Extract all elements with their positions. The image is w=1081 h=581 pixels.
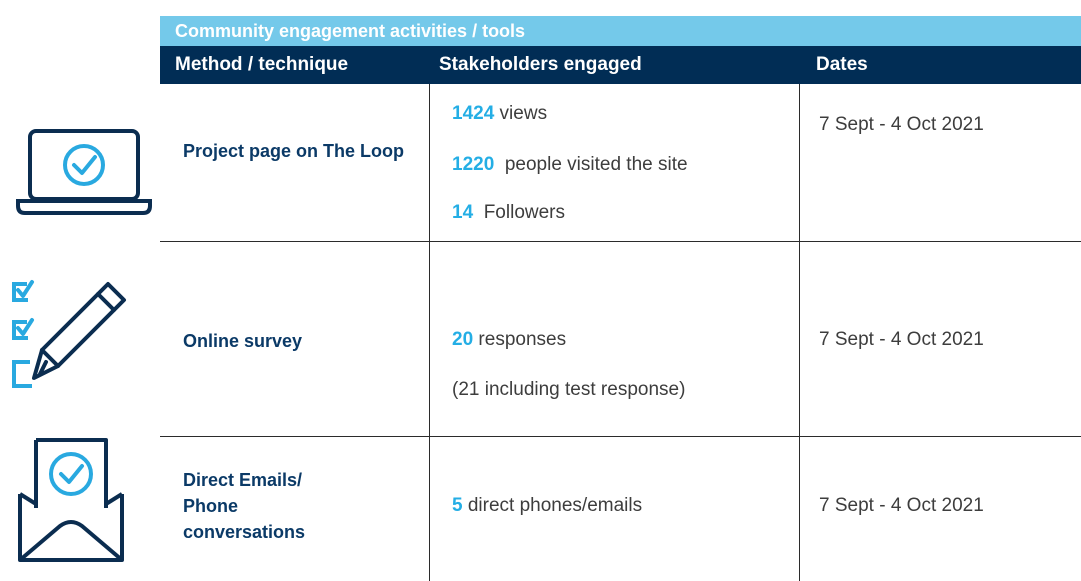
stat-text: views xyxy=(494,103,548,124)
stat-text: responses xyxy=(473,329,567,350)
header-dates: Dates xyxy=(816,54,868,75)
table-row: Online survey 20 responses (21 including… xyxy=(160,242,1081,437)
stat-line: 1424 views xyxy=(452,103,547,125)
header-method: Method / technique xyxy=(175,54,349,75)
stat-number: 1220 xyxy=(452,154,495,175)
stat-line: 5 direct phones/emails xyxy=(452,495,642,517)
stat-number: 5 xyxy=(452,495,463,516)
stat-text: direct phones/emails xyxy=(462,495,643,516)
stat-number: 1424 xyxy=(452,103,495,124)
stakeholders-cell: 5 direct phones/emails xyxy=(430,437,798,581)
stat-line: 20 responses xyxy=(452,329,566,351)
stat-number: 20 xyxy=(452,329,474,350)
stakeholders-cell: 1424 views 1220 people visited the site … xyxy=(430,84,798,241)
stat-text: (21 including test response) xyxy=(452,379,686,400)
engagement-table: Community engagement activities / tools … xyxy=(160,16,1081,581)
stat-text: Followers xyxy=(473,202,565,223)
date-cell: 7 Sept - 4 Oct 2021 xyxy=(819,495,984,516)
stat-line: 1220 people visited the site xyxy=(452,154,688,176)
date-cell: 7 Sept - 4 Oct 2021 xyxy=(819,329,984,350)
stat-line: (21 including test response) xyxy=(452,379,685,401)
checklist-pencil-icon xyxy=(12,280,126,388)
method-cell: Online survey xyxy=(183,331,303,351)
stat-line: 14 Followers xyxy=(452,202,565,224)
table-header: Method / technique Stakeholders engaged … xyxy=(160,46,1081,84)
method-cell: Project page on The Loop xyxy=(183,141,405,161)
header-stakeholders: Stakeholders engaged xyxy=(439,54,642,75)
table-row: Project page on The Loop 1424 views 1220… xyxy=(160,84,1081,242)
stat-text: people visited the site xyxy=(494,154,688,175)
stakeholders-cell: 20 responses (21 including test response… xyxy=(430,242,798,436)
method-cell: Direct Emails/ Phone conversations xyxy=(183,470,306,542)
envelope-check-icon xyxy=(18,438,124,562)
table-title: Community engagement activities / tools xyxy=(160,16,1081,46)
table-row: Direct Emails/ Phone conversations 5 dir… xyxy=(160,437,1081,581)
laptop-check-icon xyxy=(16,129,152,215)
stat-number: 14 xyxy=(452,202,474,223)
date-cell: 7 Sept - 4 Oct 2021 xyxy=(819,114,984,135)
